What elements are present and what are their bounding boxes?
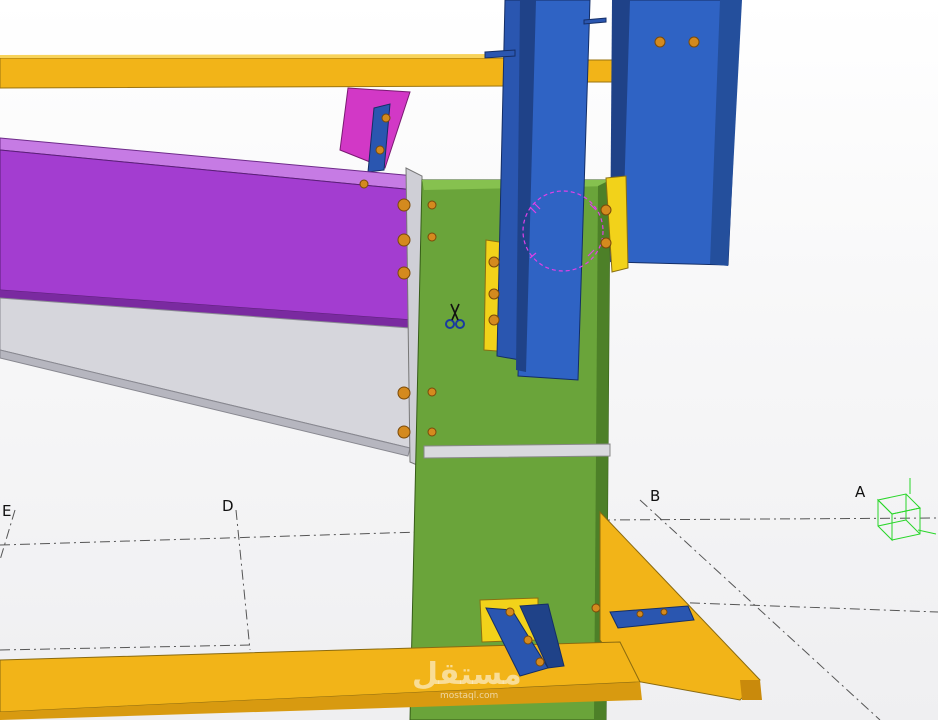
- grid-label-b: B: [650, 487, 660, 505]
- view-cube-icon[interactable]: [876, 478, 937, 542]
- magenta-gusset-plate[interactable]: [339, 87, 411, 173]
- grid-label-a: A: [855, 483, 866, 501]
- blue-brace-right[interactable]: [605, 0, 742, 273]
- watermark-subtext: mostaql.com: [440, 691, 498, 701]
- blue-brace-left[interactable]: [496, 0, 591, 381]
- model-3d-viewport[interactable]: E D C B A: [0, 0, 938, 720]
- grid-label-e: E: [2, 502, 11, 520]
- purple-rafter-beam[interactable]: [0, 137, 416, 328]
- grid-label-d: D: [222, 497, 234, 515]
- watermark-text: مستقل: [412, 657, 522, 692]
